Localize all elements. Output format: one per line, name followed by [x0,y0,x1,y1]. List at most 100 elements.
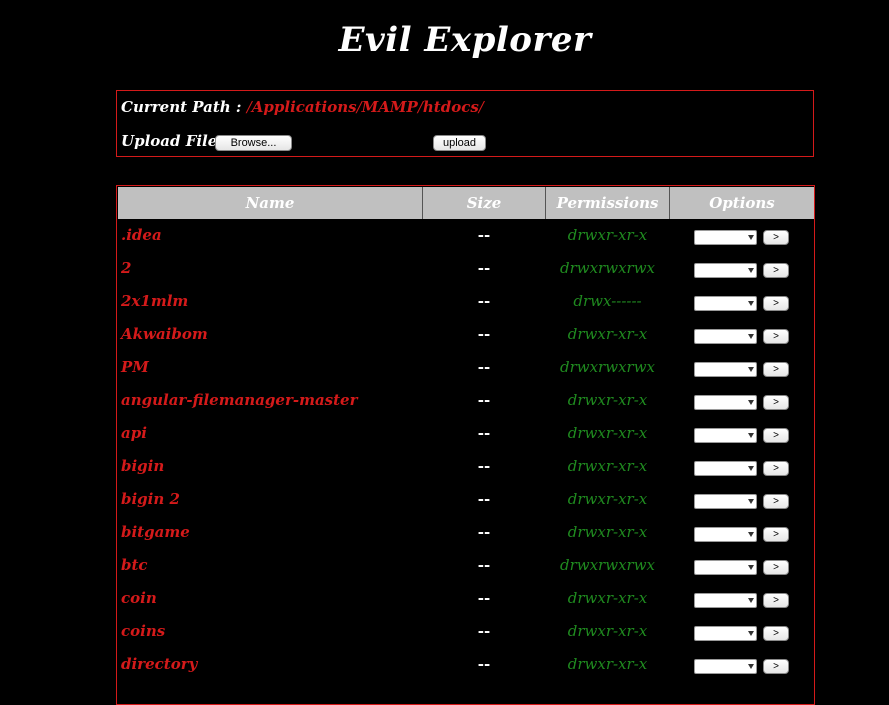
file-permissions: drwxr-xr-x [567,589,648,607]
file-name-link[interactable]: Akwaibom [121,325,208,343]
options-go-button[interactable]: > [763,263,789,278]
table-row: Akwaibom -- drwxr-xr-x > [117,319,814,352]
file-name-link[interactable]: api [121,424,147,442]
file-permissions: drwxrwxrwx [559,556,655,574]
options-go-button[interactable]: > [763,362,789,377]
file-size: -- [477,655,491,673]
column-header-size: Size [423,187,546,219]
file-list: .idea -- drwxr-xr-x >2 -- drwxrwxrwx >2x1mlm --… [117,220,814,682]
upload-label: Upload File : [121,132,229,150]
options-select[interactable] [694,263,757,278]
options-select[interactable] [694,626,757,641]
options-select[interactable] [694,659,757,674]
path-segment-mamp[interactable]: MAMP [362,98,418,116]
file-name-link[interactable]: bitgame [121,523,190,541]
table-row: btc -- drwxrwxrwx > [117,550,814,583]
dropdown-arrow-icon [748,400,754,405]
options-go-button[interactable]: > [763,428,789,443]
file-permissions: drwxr-xr-x [567,391,648,409]
dropdown-arrow-icon [748,664,754,669]
options-go-button[interactable]: > [763,560,789,575]
file-permissions: drwx------ [573,292,642,310]
upload-button[interactable]: upload [433,135,486,151]
options-go-button[interactable]: > [763,230,789,245]
file-size: -- [477,523,491,541]
dropdown-arrow-icon [748,268,754,273]
table-row: angular-filemanager-master -- drwxr-xr-x > [117,385,814,418]
file-name-link[interactable]: angular-filemanager-master [121,391,358,409]
table-row: coins -- drwxr-xr-x > [117,616,814,649]
table-row: 2 -- drwxrwxrwx > [117,253,814,286]
control-panel: Current Path : /Applications/MAMP/htdocs… [116,90,814,157]
file-size: -- [477,622,491,640]
options-select[interactable] [694,593,757,608]
file-name-link[interactable]: coins [121,622,165,640]
options-go-button[interactable]: > [763,626,789,641]
file-permissions: drwxr-xr-x [567,490,648,508]
options-select[interactable] [694,329,757,344]
file-size: -- [477,358,491,376]
file-permissions: drwxr-xr-x [567,424,648,442]
options-select[interactable] [694,461,757,476]
options-select[interactable] [694,296,757,311]
dropdown-arrow-icon [748,631,754,636]
table-row: api -- drwxr-xr-x > [117,418,814,451]
column-header-name: Name [118,187,423,219]
file-permissions: drwxr-xr-x [567,523,648,541]
options-select[interactable] [694,230,757,245]
options-go-button[interactable]: > [763,329,789,344]
path-segment-applications[interactable]: Applications [252,98,357,116]
current-path-label: Current Path : [121,98,242,116]
dropdown-arrow-icon [748,565,754,570]
table-row: PM -- drwxrwxrwx > [117,352,814,385]
dropdown-arrow-icon [748,433,754,438]
options-select[interactable] [694,362,757,377]
file-name-link[interactable]: btc [121,556,148,574]
file-size: -- [477,490,491,508]
file-permissions: drwxrwxrwx [559,358,655,376]
file-size: -- [477,259,491,277]
table-row: bigin 2 -- drwxr-xr-x > [117,484,814,517]
file-size: -- [477,325,491,343]
options-select[interactable] [694,395,757,410]
file-name-link[interactable]: bigin [121,457,164,475]
path-segment-htdocs[interactable]: htdocs [423,98,479,116]
file-name-link[interactable]: coin [121,589,157,607]
file-size: -- [477,424,491,442]
table-row: .idea -- drwxr-xr-x > [117,220,814,253]
file-name-link[interactable]: PM [121,358,149,376]
options-select[interactable] [694,428,757,443]
options-go-button[interactable]: > [763,593,789,608]
options-go-button[interactable]: > [763,659,789,674]
page-title: Evil Explorer [338,20,592,60]
dropdown-arrow-icon [748,301,754,306]
file-permissions: drwxr-xr-x [567,226,648,244]
dropdown-arrow-icon [748,499,754,504]
options-select[interactable] [694,494,757,509]
file-size: -- [477,589,491,607]
file-name-link[interactable]: directory [121,655,197,673]
browse-button[interactable]: Browse... [215,135,292,151]
dropdown-arrow-icon [748,334,754,339]
dropdown-arrow-icon [748,466,754,471]
file-permissions: drwxr-xr-x [567,655,648,673]
table-row: directory -- drwxr-xr-x > [117,649,814,682]
options-go-button[interactable]: > [763,494,789,509]
options-select[interactable] [694,527,757,542]
file-permissions: drwxr-xr-x [567,325,648,343]
options-go-button[interactable]: > [763,395,789,410]
dropdown-arrow-icon [748,367,754,372]
file-name-link[interactable]: bigin 2 [121,490,180,508]
file-name-link[interactable]: .idea [121,226,162,244]
file-permissions: drwxrwxrwx [559,259,655,277]
file-size: -- [477,556,491,574]
file-size: -- [477,457,491,475]
options-go-button[interactable]: > [763,461,789,476]
dropdown-arrow-icon [748,235,754,240]
options-go-button[interactable]: > [763,527,789,542]
options-go-button[interactable]: > [763,296,789,311]
file-name-link[interactable]: 2 [121,259,131,277]
options-select[interactable] [694,560,757,575]
file-name-link[interactable]: 2x1mlm [121,292,188,310]
dropdown-arrow-icon [748,598,754,603]
